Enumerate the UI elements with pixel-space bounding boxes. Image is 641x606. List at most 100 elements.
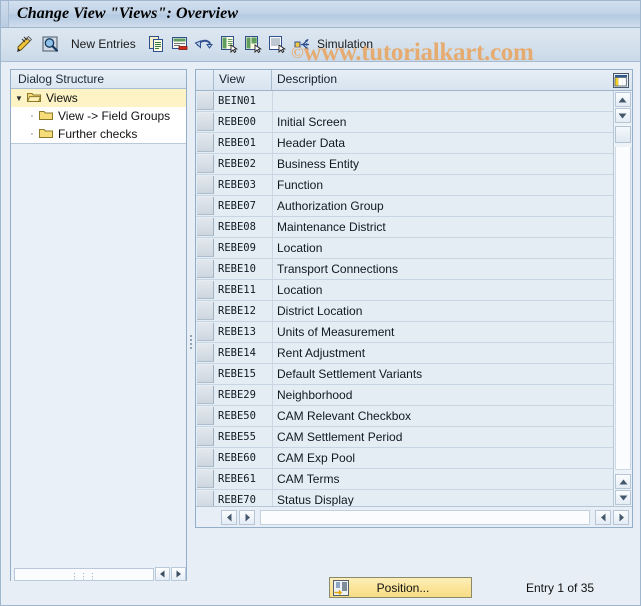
table-row[interactable]: REBE02 Business Entity	[196, 154, 614, 175]
row-select-button[interactable]	[197, 323, 214, 341]
cell-view[interactable]: REBE07	[214, 196, 272, 216]
row-select-button[interactable]	[197, 428, 214, 446]
cell-description[interactable]: CAM Terms	[272, 469, 614, 489]
table-row[interactable]: REBE03 Function	[196, 175, 614, 196]
table-row[interactable]: REBE55 CAM Settlement Period	[196, 427, 614, 448]
table-row[interactable]: REBE13 Units of Measurement	[196, 322, 614, 343]
hscroll-track[interactable]	[260, 509, 590, 525]
row-select-button[interactable]	[197, 344, 214, 362]
cell-description[interactable]: Function	[272, 175, 614, 195]
hscroll-page-right-button[interactable]	[613, 509, 629, 525]
row-select-button[interactable]	[197, 134, 214, 152]
cell-description[interactable]: CAM Relevant Checkbox	[272, 406, 614, 426]
cell-description[interactable]	[272, 91, 614, 111]
table-row[interactable]: REBE14 Rent Adjustment	[196, 343, 614, 364]
cell-description[interactable]: Header Data	[272, 133, 614, 153]
delete-button[interactable]	[171, 33, 189, 55]
cell-description[interactable]: Default Settlement Variants	[272, 364, 614, 384]
position-button[interactable]: Position...	[329, 577, 472, 598]
table-row[interactable]: REBE00 Initial Screen	[196, 112, 614, 133]
cell-description[interactable]: CAM Exp Pool	[272, 448, 614, 468]
cell-description[interactable]: Initial Screen	[272, 112, 614, 132]
table-row[interactable]: REBE50 CAM Relevant Checkbox	[196, 406, 614, 427]
row-select-button[interactable]	[197, 197, 214, 215]
sidebar-item-views[interactable]: ▼ Views	[11, 89, 186, 107]
table-row[interactable]: REBE01 Header Data	[196, 133, 614, 154]
row-select-button[interactable]	[197, 218, 214, 236]
hscroll-right-button[interactable]	[239, 509, 255, 525]
table-row[interactable]: REBE07 Authorization Group	[196, 196, 614, 217]
copy-button[interactable]	[148, 33, 166, 55]
row-select-button[interactable]	[197, 239, 214, 257]
select-all-button[interactable]	[220, 33, 239, 55]
simulation-icon-button[interactable]	[293, 33, 313, 55]
row-select-button[interactable]	[197, 491, 214, 506]
cell-view[interactable]: REBE55	[214, 427, 272, 447]
cell-view[interactable]: REBE12	[214, 301, 272, 321]
table-row[interactable]: REBE08 Maintenance District	[196, 217, 614, 238]
cell-view[interactable]: REBE00	[214, 112, 272, 132]
cell-description[interactable]: Location	[272, 238, 614, 258]
table-header-select-all-cell[interactable]	[196, 70, 214, 90]
cell-description[interactable]: Business Entity	[272, 154, 614, 174]
cell-description[interactable]: Neighborhood	[272, 385, 614, 405]
change-display-button[interactable]	[15, 33, 34, 55]
cell-description[interactable]: CAM Settlement Period	[272, 427, 614, 447]
row-select-button[interactable]	[197, 176, 214, 194]
cell-description[interactable]: Authorization Group	[272, 196, 614, 216]
table-row[interactable]: BEIN01	[196, 91, 614, 112]
row-select-button[interactable]	[197, 281, 214, 299]
table-horizontal-scrollbar[interactable]	[196, 506, 632, 527]
scroll-page-up-button[interactable]	[615, 474, 631, 489]
cell-view[interactable]: REBE03	[214, 175, 272, 195]
panel-splitter[interactable]	[188, 331, 193, 353]
cell-description[interactable]: Maintenance District	[272, 217, 614, 237]
row-select-button[interactable]	[197, 113, 214, 131]
scroll-thumb[interactable]	[614, 126, 631, 143]
table-row[interactable]: REBE12 District Location	[196, 301, 614, 322]
cell-view[interactable]: REBE11	[214, 280, 272, 300]
row-select-button[interactable]	[197, 386, 214, 404]
cell-view[interactable]: REBE10	[214, 259, 272, 279]
sidebar-item-further-checks[interactable]: · Further checks	[11, 125, 186, 143]
cell-description[interactable]: Status Display	[272, 490, 614, 506]
table-row[interactable]: REBE11 Location	[196, 280, 614, 301]
table-row[interactable]: REBE61 CAM Terms	[196, 469, 614, 490]
cell-description[interactable]: Transport Connections	[272, 259, 614, 279]
row-select-button[interactable]	[197, 407, 214, 425]
display-details-button[interactable]	[41, 33, 60, 55]
row-select-button[interactable]	[197, 365, 214, 383]
cell-view[interactable]: REBE50	[214, 406, 272, 426]
cell-view[interactable]: REBE61	[214, 469, 272, 489]
new-entries-button[interactable]: New Entries	[71, 33, 136, 55]
row-select-button[interactable]	[197, 260, 214, 278]
hscroll-left-button[interactable]	[221, 509, 237, 525]
deselect-all-button[interactable]	[268, 33, 287, 55]
sidebar-scroll-track[interactable]: ⋮⋮⋮	[14, 567, 154, 581]
cell-description[interactable]: District Location	[272, 301, 614, 321]
cell-view[interactable]: REBE15	[214, 364, 272, 384]
scroll-up-button[interactable]	[614, 92, 631, 107]
table-settings-button[interactable]	[610, 70, 632, 90]
cell-view[interactable]: BEIN01	[214, 91, 272, 111]
row-select-button[interactable]	[197, 302, 214, 320]
undo-button[interactable]	[194, 33, 214, 55]
table-vertical-scrollbar[interactable]	[613, 91, 631, 506]
row-select-button[interactable]	[197, 155, 214, 173]
sidebar-horizontal-scrollbar[interactable]: ⋮⋮⋮	[11, 566, 186, 582]
cell-view[interactable]: REBE13	[214, 322, 272, 342]
column-header-view[interactable]: View	[214, 70, 272, 90]
row-select-button[interactable]	[197, 92, 214, 110]
table-row[interactable]: REBE15 Default Settlement Variants	[196, 364, 614, 385]
simulation-button[interactable]: Simulation	[317, 33, 373, 55]
cell-description[interactable]: Location	[272, 280, 614, 300]
hscroll-page-left-button[interactable]	[595, 509, 611, 525]
scroll-page-down-button[interactable]	[615, 490, 631, 505]
cell-view[interactable]: REBE29	[214, 385, 272, 405]
column-header-description[interactable]: Description	[272, 70, 610, 90]
cell-view[interactable]: REBE70	[214, 490, 272, 506]
table-row[interactable]: REBE10 Transport Connections	[196, 259, 614, 280]
table-row[interactable]: REBE29 Neighborhood	[196, 385, 614, 406]
sidebar-scroll-right-button[interactable]	[171, 567, 186, 581]
sidebar-scroll-left-button[interactable]	[155, 567, 170, 581]
